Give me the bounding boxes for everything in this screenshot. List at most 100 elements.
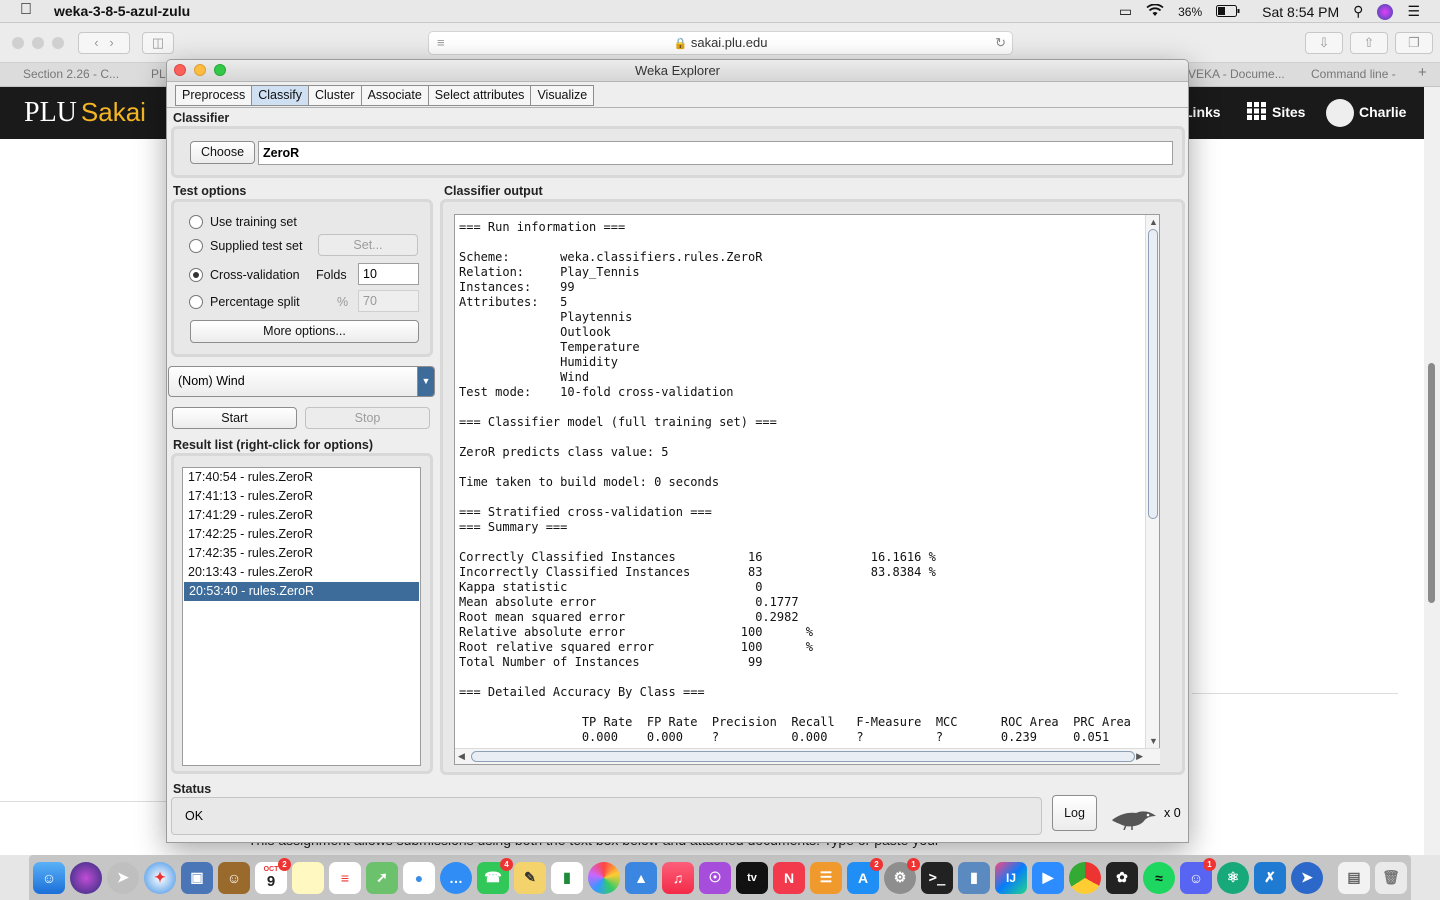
zoom-icon[interactable]: ▶: [1032, 861, 1064, 894]
facetime-icon[interactable]: ☎ 4: [477, 857, 513, 894]
weka-title-bar[interactable]: Weka Explorer: [167, 60, 1188, 82]
music-icon[interactable]: ♫: [662, 861, 694, 894]
spotify-icon[interactable]: ≈: [1143, 861, 1175, 894]
weka-close-button[interactable]: [174, 64, 186, 76]
apple-tv-icon[interactable]: tv: [736, 861, 768, 894]
launchpad-icon[interactable]: ➤: [107, 861, 139, 894]
links-nav[interactable]: Links: [1184, 104, 1221, 120]
chrome-icon[interactable]: [1069, 861, 1101, 894]
downloads-icon[interactable]: ⇩: [1305, 32, 1343, 54]
result-item-selected[interactable]: 20:53:40 - rules.ZeroR: [184, 582, 419, 601]
news-icon[interactable]: N: [773, 861, 805, 894]
scroll-up-arrow-icon[interactable]: ▲: [1149, 217, 1158, 227]
output-vertical-scrollbar[interactable]: ▲ ▼: [1145, 215, 1159, 748]
spotlight-search-icon[interactable]: ⚲: [1353, 3, 1363, 20]
page-scrollbar-thumb[interactable]: [1428, 363, 1435, 603]
cross-validation-label[interactable]: Cross-validation: [210, 268, 300, 282]
vscode-icon[interactable]: ✗: [1254, 861, 1286, 894]
classifier-output-text[interactable]: === Run information === Scheme: weka.cla…: [459, 220, 1149, 742]
discord-icon[interactable]: ☺ 1: [1180, 857, 1216, 894]
scroll-right-arrow-icon[interactable]: ▶: [1136, 751, 1143, 762]
weka-zoom-button[interactable]: [214, 64, 226, 76]
telegram-icon[interactable]: ➤: [1291, 861, 1323, 894]
radio-supplied-test-set[interactable]: [189, 239, 203, 253]
terminal-icon[interactable]: >_: [921, 861, 953, 894]
sites-grid-icon[interactable]: [1247, 102, 1267, 123]
radio-cross-validation[interactable]: [189, 268, 203, 282]
tab-visualize[interactable]: Visualize: [531, 85, 595, 106]
reload-icon[interactable]: ↻: [995, 32, 1006, 54]
browser-tab[interactable]: Section 2.26 - C...: [23, 67, 119, 81]
messages-icon[interactable]: …: [440, 861, 472, 894]
keynote-icon[interactable]: ▲: [625, 861, 657, 894]
reader-icon[interactable]: ≡: [437, 32, 445, 54]
result-item[interactable]: 17:40:54 - rules.ZeroR: [183, 468, 420, 487]
safari-icon[interactable]: ✦: [144, 861, 176, 894]
documents-stack-icon[interactable]: ▤: [1338, 861, 1370, 894]
tab-select-attributes[interactable]: Select attributes: [428, 85, 532, 106]
browser-tab[interactable]: PL: [151, 67, 166, 81]
siri-icon[interactable]: [1377, 3, 1394, 20]
percent-split-input[interactable]: 70: [358, 290, 419, 312]
browser-tab[interactable]: Command line -: [1311, 67, 1396, 81]
scroll-left-arrow-icon[interactable]: ◀: [458, 751, 465, 762]
output-horizontal-scroll-thumb[interactable]: [471, 751, 1135, 762]
classifier-name-field[interactable]: ZeroR: [258, 141, 1173, 165]
more-options-button[interactable]: More options...: [190, 320, 419, 343]
output-vertical-scroll-thumb[interactable]: [1148, 229, 1158, 519]
atom-icon[interactable]: ⚛: [1217, 861, 1249, 894]
sites-nav[interactable]: Sites: [1272, 104, 1305, 120]
new-tab-button[interactable]: +: [1418, 64, 1427, 81]
sidebar-toggle-icon[interactable]: ◫: [142, 32, 174, 54]
tab-cluster[interactable]: Cluster: [309, 85, 362, 106]
wifi-icon[interactable]: [1146, 3, 1164, 20]
choose-button[interactable]: Choose: [190, 141, 255, 164]
photos-icon[interactable]: [588, 861, 620, 894]
reminders-icon[interactable]: ≡: [329, 861, 361, 894]
user-avatar[interactable]: [1326, 99, 1354, 127]
tab-associate[interactable]: Associate: [361, 85, 429, 106]
notification-center-icon[interactable]: ☰: [1407, 3, 1420, 20]
scroll-down-arrow-icon[interactable]: ▼: [1149, 736, 1158, 746]
tab-preprocess[interactable]: Preprocess: [175, 85, 253, 106]
browser-zoom-button[interactable]: [52, 37, 64, 49]
figma-icon[interactable]: ✿: [1106, 861, 1138, 894]
percentage-split-label[interactable]: Percentage split: [210, 295, 300, 309]
photos-booth-icon[interactable]: ●: [403, 861, 435, 894]
intellij-icon[interactable]: IJ: [995, 861, 1027, 894]
apple-menu-icon[interactable]: : [20, 1, 32, 19]
supplied-test-set-label[interactable]: Supplied test set: [210, 239, 302, 253]
trash-icon[interactable]: 🗑: [1375, 861, 1407, 894]
siri-icon[interactable]: [70, 861, 102, 894]
url-bar[interactable]: ≡ 🔒 sakai.plu.edu ↻: [428, 31, 1013, 55]
result-list[interactable]: 17:40:54 - rules.ZeroR 17:41:13 - rules.…: [182, 467, 421, 766]
page-scrollbar[interactable]: [1424, 87, 1440, 855]
result-item[interactable]: 17:42:35 - rules.ZeroR: [183, 544, 420, 563]
chevron-down-icon[interactable]: ▼: [417, 367, 434, 396]
battery-icon[interactable]: [1216, 4, 1240, 20]
use-training-set-label[interactable]: Use training set: [210, 215, 297, 229]
classifier-output-area[interactable]: === Run information === Scheme: weka.cla…: [454, 214, 1160, 765]
result-item[interactable]: 17:41:29 - rules.ZeroR: [183, 506, 420, 525]
podcasts-icon[interactable]: ☉: [699, 861, 731, 894]
browser-tab[interactable]: VEKA - Docume...: [1188, 67, 1285, 81]
tabs-overview-icon[interactable]: ❐: [1395, 32, 1433, 54]
clock[interactable]: Sat 8:54 PM: [1262, 4, 1339, 20]
app-name-menu[interactable]: weka-3-8-5-azul-zulu: [54, 3, 190, 19]
calendar-icon[interactable]: OCT 9 2: [255, 857, 291, 894]
result-item[interactable]: 17:41:13 - rules.ZeroR: [183, 487, 420, 506]
back-forward-buttons[interactable]: ‹ ›: [78, 32, 130, 54]
radio-use-training-set[interactable]: [189, 215, 203, 229]
pages-icon[interactable]: ✎: [514, 861, 546, 894]
weka-minimize-button[interactable]: [194, 64, 206, 76]
plu-sakai-logo[interactable]: PLU Sakai: [24, 97, 146, 129]
output-horizontal-scrollbar[interactable]: ◀ ▶: [455, 748, 1160, 764]
finder-icon[interactable]: ☺: [33, 861, 65, 894]
stop-button[interactable]: Stop: [305, 407, 430, 429]
browser-minimize-button[interactable]: [32, 37, 44, 49]
screen-mirror-icon[interactable]: ▭: [1119, 3, 1132, 20]
tab-classify[interactable]: Classify: [252, 85, 309, 106]
contacts-icon[interactable]: ☺: [218, 861, 250, 894]
class-attribute-select[interactable]: (Nom) Wind ▼: [168, 366, 435, 397]
browser-close-button[interactable]: [12, 37, 24, 49]
